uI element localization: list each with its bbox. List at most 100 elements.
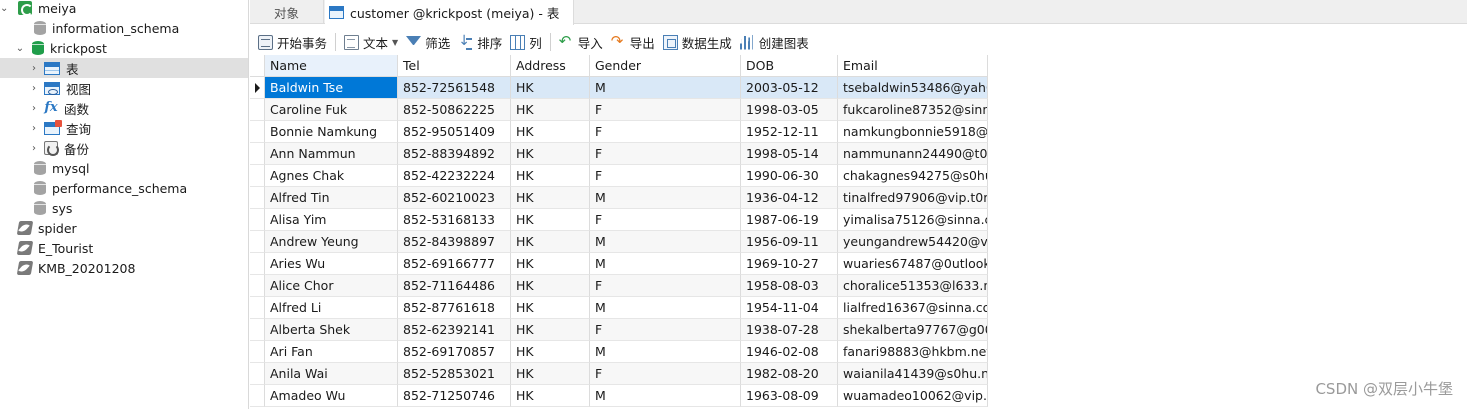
cell-email[interactable]: shekalberta97767@g00( [838,319,988,341]
cell-gender[interactable]: F [590,209,741,231]
tree-item-meiya[interactable]: ⌄ meiya [0,0,248,18]
cell-name[interactable]: Caroline Fuk [265,99,398,121]
table-row[interactable]: Anila Wai 852-52853021 HK F 1982-08-20 waiani… [250,363,988,385]
cell-email[interactable]: yeungandrew54420@vip [838,231,988,253]
expand-toggle[interactable]: › [28,63,40,74]
cell-email[interactable]: nammunann24490@t0m [838,143,988,165]
cell-name[interactable]: Ann Nammun [265,143,398,165]
row-indicator[interactable] [250,99,265,121]
tree-item-views[interactable]: › 视图 [0,78,248,98]
tree-item-krickpost[interactable]: ⌄ krickpost [0,38,248,58]
table-row[interactable]: Ari Fan 852-69170857 HK M 1946-02-08 fanari98… [250,341,988,363]
table-row[interactable]: Alisa Yim 852-53168133 HK F 1987-06-19 yimali… [250,209,988,231]
cell-address[interactable]: HK [511,341,590,363]
cell-email[interactable]: wuamadeo10062@vip.si [838,385,988,407]
cell-gender[interactable]: F [590,363,741,385]
row-indicator[interactable] [250,253,265,275]
column-header-address[interactable]: Address [511,55,590,77]
column-header-dob[interactable]: DOB [741,55,838,77]
expand-toggle[interactable]: › [28,143,40,154]
cell-name[interactable]: Anila Wai [265,363,398,385]
tree-item-backups[interactable]: › 备份 [0,138,248,158]
cell-name[interactable]: Agnes Chak [265,165,398,187]
table-row[interactable]: Ann Nammun 852-88394892 HK F 1998-05-14 nammu… [250,143,988,165]
cell-name[interactable]: Ari Fan [265,341,398,363]
column-header-tel[interactable]: Tel [398,55,511,77]
table-row[interactable]: Amadeo Wu 852-71250746 HK M 1963-08-09 wuamad… [250,385,988,407]
cell-tel[interactable]: 852-71250746 [398,385,511,407]
row-indicator[interactable] [250,319,265,341]
column-header-gender[interactable]: Gender [590,55,741,77]
cell-gender[interactable]: M [590,297,741,319]
cell-gender[interactable]: M [590,341,741,363]
cell-address[interactable]: HK [511,297,590,319]
expand-toggle[interactable]: › [28,83,40,94]
table-row[interactable]: Bonnie Namkung 852-95051409 HK F 1952-12-11 n… [250,121,988,143]
cell-email[interactable]: tsebaldwin53486@yah0( [838,77,988,99]
cell-tel[interactable]: 852-69170857 [398,341,511,363]
cell-dob[interactable]: 1952-12-11 [741,121,838,143]
cell-tel[interactable]: 852-88394892 [398,143,511,165]
tab-customer-table[interactable]: customer @krickpost (meiya) - 表 [325,0,574,25]
cell-tel[interactable]: 852-71164486 [398,275,511,297]
table-row[interactable]: Alfred Li 852-87761618 HK M 1954-11-04 lialfr… [250,297,988,319]
cell-email[interactable]: namkungbonnie5918@s [838,121,988,143]
row-indicator[interactable] [250,165,265,187]
cell-email[interactable]: yimalisa75126@sinna.co [838,209,988,231]
row-indicator[interactable] [250,385,265,407]
row-indicator[interactable] [250,187,265,209]
table-row[interactable]: Aries Wu 852-69166777 HK M 1969-10-27 wuaries… [250,253,988,275]
tree-item-information-schema[interactable]: information_schema [0,18,248,38]
cell-address[interactable]: HK [511,319,590,341]
cell-name[interactable]: Alisa Yim [265,209,398,231]
create-chart-button[interactable]: 创建图表 [736,31,813,53]
cell-gender[interactable]: M [590,385,741,407]
tree-item-functions[interactable]: › fx 函数 [0,98,248,118]
cell-dob[interactable]: 1987-06-19 [741,209,838,231]
cell-tel[interactable]: 852-62392141 [398,319,511,341]
cell-gender[interactable]: M [590,231,741,253]
cell-address[interactable]: HK [511,121,590,143]
cell-address[interactable]: HK [511,231,590,253]
export-button[interactable]: 导出 [607,31,659,53]
tree-item-mysql[interactable]: mysql [0,158,248,178]
cell-name[interactable]: Alberta Shek [265,319,398,341]
cell-email[interactable]: lialfred16367@sinna.con [838,297,988,319]
cell-address[interactable]: HK [511,165,590,187]
cell-dob[interactable]: 1958-08-03 [741,275,838,297]
current-row-indicator[interactable] [250,77,265,99]
cell-email[interactable]: chakagnes94275@s0hu. [838,165,988,187]
tree-item-sys[interactable]: sys [0,198,248,218]
cell-gender[interactable]: M [590,187,741,209]
cell-address[interactable]: HK [511,363,590,385]
expand-toggle[interactable]: › [28,123,40,134]
tree-item-queries[interactable]: › 查询 [0,118,248,138]
table-row[interactable]: Caroline Fuk 852-50862225 HK F 1998-03-05 fuk… [250,99,988,121]
cell-dob[interactable]: 1969-10-27 [741,253,838,275]
cell-address[interactable]: HK [511,385,590,407]
cell-name[interactable]: Bonnie Namkung [265,121,398,143]
tree-item-spider[interactable]: spider [0,218,248,238]
cell-name[interactable]: Alfred Li [265,297,398,319]
cell-tel[interactable]: 852-87761618 [398,297,511,319]
cell-address[interactable]: HK [511,253,590,275]
cell-address[interactable]: HK [511,275,590,297]
filter-button[interactable]: 筛选 [402,31,454,53]
cell-email[interactable]: choralice51353@l633.ne [838,275,988,297]
cell-name[interactable]: Alfred Tin [265,187,398,209]
cell-dob[interactable]: 1936-04-12 [741,187,838,209]
column-header-email[interactable]: Email [838,55,988,77]
row-indicator[interactable] [250,209,265,231]
cell-dob[interactable]: 1938-07-28 [741,319,838,341]
cell-gender[interactable]: F [590,99,741,121]
cell-tel[interactable]: 852-95051409 [398,121,511,143]
column-header-name[interactable]: Name [265,55,398,77]
tree-item-e-tourist[interactable]: E_Tourist [0,238,248,258]
import-button[interactable]: 导入 [555,31,607,53]
cell-gender[interactable]: M [590,77,741,99]
cell-address[interactable]: HK [511,99,590,121]
cell-name[interactable]: Baldwin Tse [265,77,398,99]
row-indicator[interactable] [250,363,265,385]
row-indicator[interactable] [250,231,265,253]
cell-gender[interactable]: F [590,165,741,187]
